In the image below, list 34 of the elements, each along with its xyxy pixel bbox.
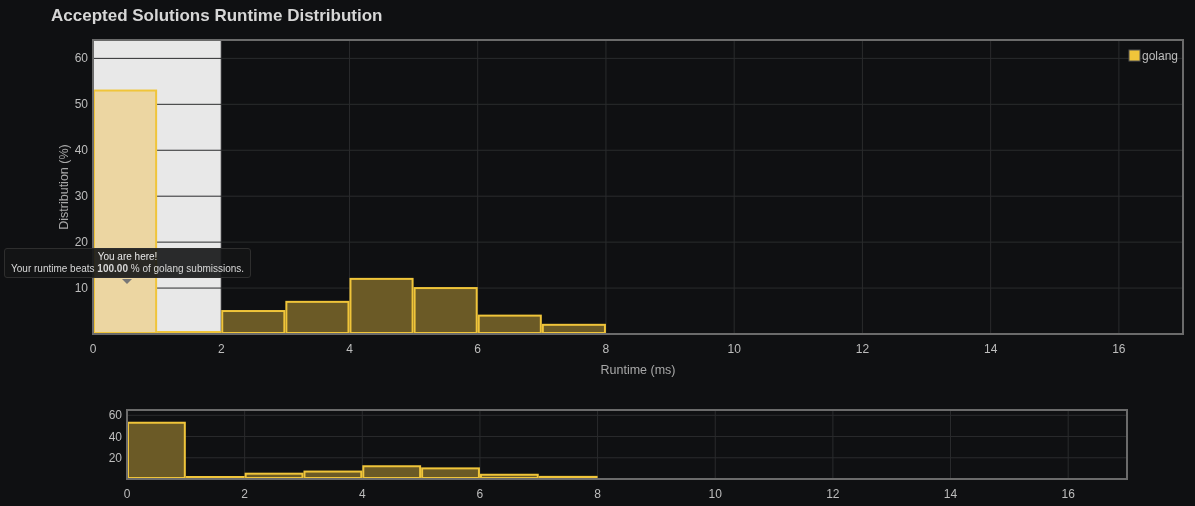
y-tick-label: 20 <box>108 450 122 465</box>
y-tick-label: 40 <box>74 143 88 158</box>
x-tick-label: 10 <box>727 342 741 356</box>
x-tick-label: 4 <box>358 487 366 501</box>
x-tick-label: 0 <box>89 342 97 356</box>
y-axis-title: Distribution (%) <box>57 144 71 230</box>
y-tick-label: 40 <box>108 429 122 444</box>
x-tick-label: 6 <box>476 487 484 501</box>
tooltip-pointer-icon <box>122 279 132 284</box>
tooltip-title: You are here! <box>96 251 159 263</box>
legend-label: golang <box>1142 49 1179 63</box>
chart-title: Accepted Solutions Runtime Distribution <box>50 5 384 27</box>
y-tick-label: 30 <box>74 189 88 204</box>
x-tick-label: 6 <box>474 342 482 356</box>
x-tick-label: 14 <box>983 342 998 356</box>
x-tick-label: 2 <box>217 342 225 356</box>
x-tick-label: 8 <box>594 487 601 501</box>
x-tick-label: 2 <box>241 487 248 501</box>
x-tick-label: 8 <box>602 342 610 356</box>
y-tick-label: 50 <box>74 97 88 112</box>
y-tick-label: 10 <box>74 281 88 296</box>
x-tick-label: 0 <box>123 487 131 501</box>
x-axis-title: Runtime (ms) <box>600 363 676 377</box>
x-tick-label: 12 <box>855 342 870 356</box>
tooltip-text: Your runtime beats 100.00 % of golang submissions. <box>11 263 245 275</box>
y-tick-label: 60 <box>74 51 88 66</box>
x-tick-label: 10 <box>708 487 722 501</box>
y-tick-label: 20 <box>74 235 88 250</box>
x-tick-label: 16 <box>1112 342 1126 356</box>
y-tick-label: 60 <box>108 408 122 423</box>
x-tick-label: 14 <box>943 487 958 501</box>
x-tick-label: 12 <box>826 487 840 501</box>
x-tick-label: 4 <box>346 342 353 356</box>
x-tick-label: 16 <box>1061 487 1075 501</box>
